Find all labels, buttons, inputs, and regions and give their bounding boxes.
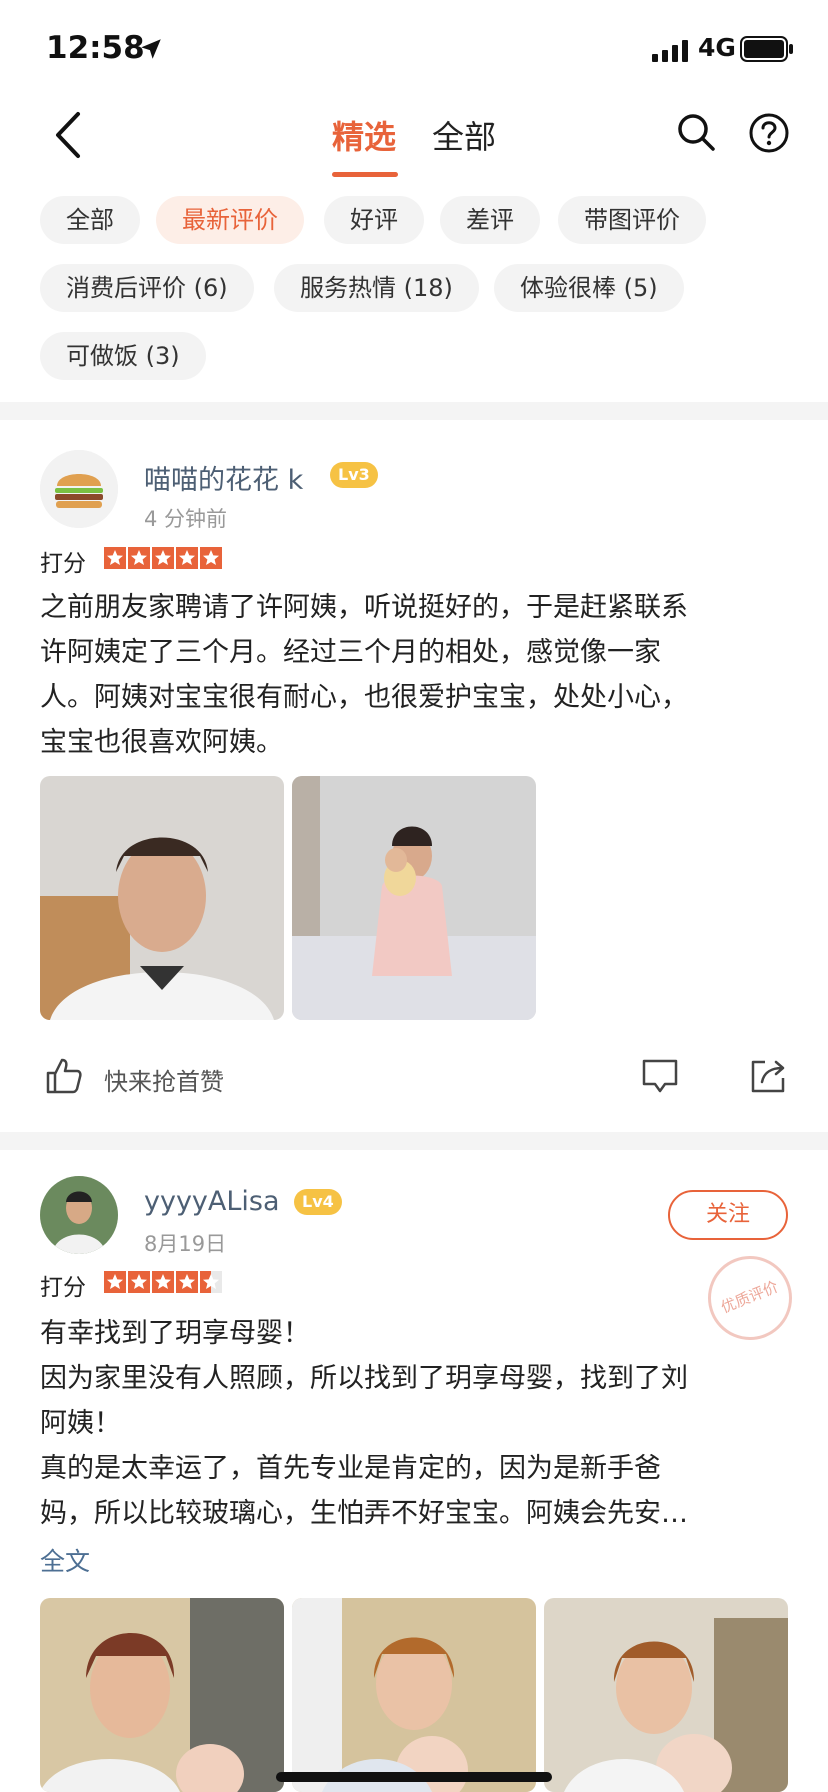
username[interactable]: yyyyALisa xyxy=(144,1186,280,1217)
star-icon xyxy=(176,1271,198,1293)
level-badge: Lv4 xyxy=(294,1189,342,1215)
section-divider xyxy=(0,1132,828,1150)
status-time: 12:58 xyxy=(46,30,145,66)
chip-warm-service[interactable]: 服务热情 (18) xyxy=(274,264,479,312)
home-indicator xyxy=(276,1772,552,1782)
chip-after-purchase[interactable]: 消费后评价 (6) xyxy=(40,264,254,312)
star-icon xyxy=(128,1271,150,1293)
chip-great-experience[interactable]: 体验很棒 (5) xyxy=(494,264,684,312)
star-icon xyxy=(152,547,174,569)
review-text: 有幸找到了玥享母婴！ 因为家里没有人照顾，所以找到了玥享母婴，找到了刘 阿姨！ … xyxy=(40,1318,688,1529)
star-icon xyxy=(176,547,198,569)
network-type: 4G xyxy=(698,33,736,62)
chip-with-photos[interactable]: 带图评价 xyxy=(558,196,706,244)
review-time: 8月19日 xyxy=(144,1232,227,1256)
burger-icon xyxy=(40,450,118,528)
location-arrow-icon xyxy=(141,39,161,59)
chip-can-cook[interactable]: 可做饭 (3) xyxy=(40,332,206,380)
back-icon[interactable] xyxy=(50,110,84,160)
star-icon xyxy=(104,547,126,569)
level-badge: Lv3 xyxy=(330,462,378,488)
chip-latest[interactable]: 最新评价 xyxy=(156,196,304,244)
like-label[interactable]: 快来抢首赞 xyxy=(104,1062,224,1097)
share-icon[interactable] xyxy=(748,1056,788,1096)
avatar[interactable] xyxy=(40,1176,118,1254)
avatar[interactable] xyxy=(40,450,118,528)
star-icon xyxy=(200,547,222,569)
username[interactable]: 喵喵的花花 k xyxy=(144,458,303,497)
signal-icon xyxy=(652,40,688,62)
review-photo[interactable] xyxy=(292,776,536,1020)
star-icon xyxy=(152,1271,174,1293)
section-divider xyxy=(0,402,828,420)
search-icon[interactable] xyxy=(676,112,716,152)
thumbs-up-icon[interactable] xyxy=(44,1056,84,1096)
tab-featured[interactable]: 精选 xyxy=(332,112,396,158)
score-label: 打分 xyxy=(40,1275,86,1301)
follow-button[interactable]: 关注 xyxy=(668,1190,788,1240)
full-text-link[interactable]: 全文 xyxy=(40,1542,90,1578)
review-photo[interactable] xyxy=(292,1598,536,1792)
chip-all[interactable]: 全部 xyxy=(40,196,140,244)
chip-positive[interactable]: 好评 xyxy=(324,196,424,244)
review-photo[interactable] xyxy=(544,1598,788,1792)
star-icon xyxy=(128,547,150,569)
tab-underline xyxy=(332,172,398,177)
tab-all[interactable]: 全部 xyxy=(432,112,496,158)
status-bar: 12:58 4G xyxy=(0,0,828,96)
review-photo[interactable] xyxy=(40,776,284,1020)
half-star-icon xyxy=(200,1271,222,1293)
chip-negative[interactable]: 差评 xyxy=(440,196,540,244)
star-icon xyxy=(104,1271,126,1293)
comment-icon[interactable] xyxy=(640,1056,680,1096)
score-label: 打分 xyxy=(40,551,86,577)
help-icon[interactable] xyxy=(748,112,790,154)
review-photo[interactable] xyxy=(40,1598,284,1792)
battery-icon xyxy=(740,36,793,62)
review-text: 之前朋友家聘请了许阿姨，听说挺好的，于是赶紧联系 许阿姨定了三个月。经过三个月的… xyxy=(40,592,688,758)
review-time: 4 分钟前 xyxy=(144,507,228,531)
